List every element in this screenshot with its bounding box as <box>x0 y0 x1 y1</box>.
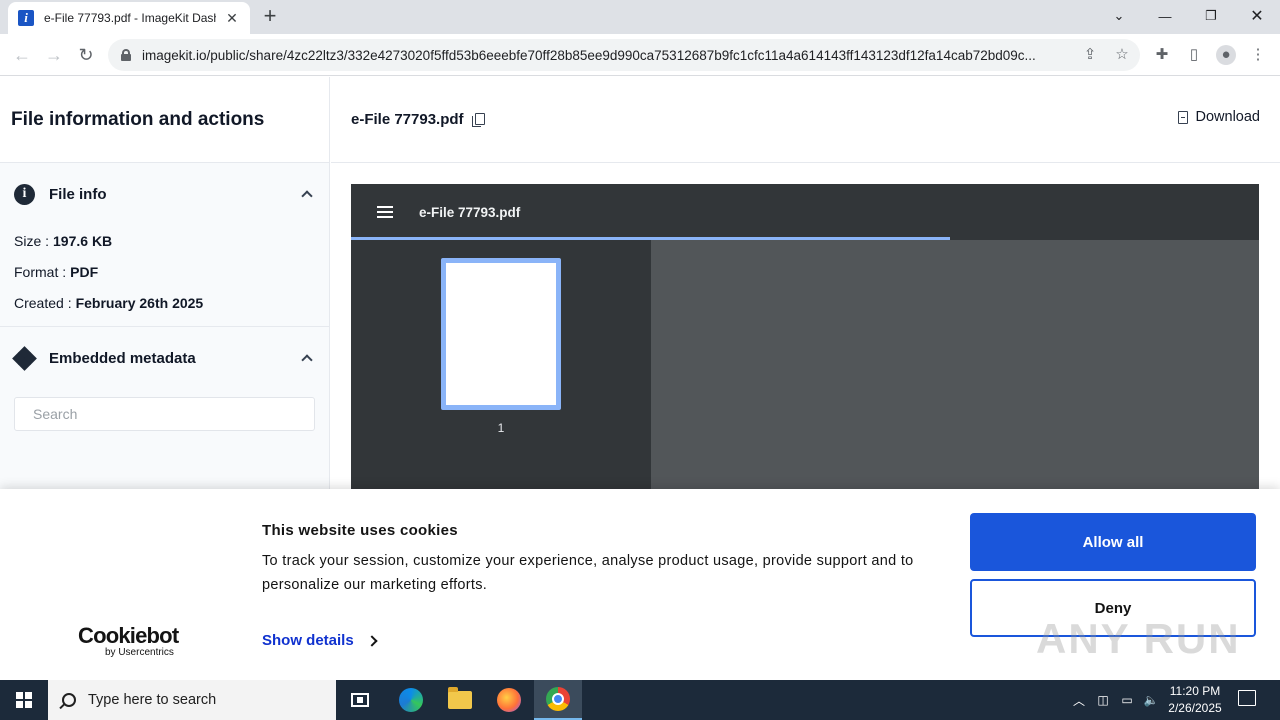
profile-avatar-icon[interactable]: ● <box>1216 45 1236 65</box>
clock-time: 11:20 PM <box>1169 684 1221 698</box>
meet-now-icon[interactable]: ◫ <box>1092 680 1114 720</box>
taskbar-clock[interactable]: 11:20 PM 2/26/2025 <box>1160 683 1230 717</box>
metadata-search-input[interactable] <box>15 398 314 430</box>
cookiebot-logo-subtext: by Usercentrics <box>105 647 174 658</box>
taskbar-search-box[interactable]: Type here to search <box>48 680 336 720</box>
taskbar-search-placeholder: Type here to search <box>88 692 217 708</box>
file-info-sidebar: File information and actions i File info… <box>0 77 330 489</box>
task-view-button[interactable] <box>336 680 384 720</box>
cookie-consent-banner: Cookiebot by Usercentrics This website u… <box>0 489 1280 680</box>
notification-center-icon[interactable] <box>1238 690 1256 706</box>
tray-chevron-up-icon[interactable]: ︿ <box>1068 680 1090 720</box>
browser-tab[interactable]: i e-File 77793.pdf - ImageKit Dashboard … <box>8 2 250 34</box>
show-details-label: Show details <box>262 632 354 649</box>
file-header: e-File 77793.pdf Download <box>331 77 1280 163</box>
file-info-section-header[interactable]: i File info <box>0 163 329 225</box>
created-row: Created : February 26th 2025 <box>0 287 329 318</box>
share-icon[interactable]: ⇪ <box>1080 45 1100 65</box>
lock-icon[interactable] <box>120 49 132 61</box>
browser-toolbar: ← → ↻ imagekit.io/public/share/4zc22ltz3… <box>0 34 1280 76</box>
address-bar[interactable]: imagekit.io/public/share/4zc22ltz3/332e4… <box>108 39 1140 71</box>
file-name: e-File 77793.pdf <box>351 111 464 128</box>
menu-kebab-icon[interactable]: ⋮ <box>1248 45 1268 65</box>
page-number: 1 <box>497 421 505 435</box>
imagekit-favicon-icon: i <box>18 10 34 26</box>
chevron-up-icon[interactable] <box>301 354 313 366</box>
close-window-button[interactable]: ✕ <box>1234 0 1280 32</box>
main-content: e-File 77793.pdf Download e-File 77793.p… <box>331 77 1280 489</box>
pdf-viewer-title: e-File 77793.pdf <box>419 204 521 220</box>
edge-taskbar-button[interactable] <box>387 680 435 720</box>
size-value: 197.6 KB <box>53 232 113 249</box>
info-icon: i <box>14 183 35 205</box>
cookie-title: This website uses cookies <box>262 522 458 539</box>
chevron-up-icon[interactable] <box>301 190 313 202</box>
firefox-taskbar-button[interactable] <box>485 680 533 720</box>
size-label: Size : <box>14 232 50 249</box>
embedded-metadata-section-header[interactable]: Embedded metadata <box>0 327 329 389</box>
cookiebot-logo-text: Cookiebot <box>78 623 179 648</box>
minimize-button[interactable]: — <box>1142 0 1188 32</box>
format-label: Format : <box>14 263 67 280</box>
side-panel-icon[interactable]: ▯ <box>1184 45 1204 65</box>
task-view-icon <box>351 693 369 707</box>
format-row: Format : PDF <box>0 256 329 287</box>
download-label: Download <box>1195 109 1261 125</box>
embedded-metadata-label: Embedded metadata <box>49 349 196 367</box>
reload-icon[interactable]: ↻ <box>73 42 99 68</box>
metadata-diamonds-icon <box>12 345 37 371</box>
clock-date: 2/26/2025 <box>1168 701 1222 715</box>
edge-icon <box>399 688 423 712</box>
windows-taskbar: Type here to search ︿ ◫ ▭ 🔈 11:20 PM 2/2… <box>0 680 1280 720</box>
hamburger-menu-icon[interactable] <box>377 206 393 218</box>
close-tab-icon[interactable]: ✕ <box>224 10 240 27</box>
network-icon[interactable]: ▭ <box>1116 680 1138 720</box>
file-info-label: File info <box>49 185 107 203</box>
format-value: PDF <box>70 263 99 280</box>
firefox-icon <box>497 688 521 712</box>
windows-logo-icon <box>16 692 32 708</box>
anyrun-watermark: ANY RUN <box>1036 615 1241 662</box>
url-text[interactable]: imagekit.io/public/share/4zc22ltz3/332e4… <box>142 48 1064 63</box>
size-row: Size : 197.6 KB <box>0 225 329 256</box>
search-icon <box>62 693 76 707</box>
download-file-icon <box>1177 110 1188 124</box>
start-button[interactable] <box>0 680 48 720</box>
volume-icon[interactable]: 🔈 <box>1140 680 1162 720</box>
back-arrow-icon[interactable]: ← <box>9 42 35 68</box>
browser-tab-strip: i e-File 77793.pdf - ImageKit Dashboard … <box>0 0 1280 34</box>
restore-button[interactable]: ❐ <box>1188 0 1234 32</box>
cookiebot-logo: Cookiebot by Usercentrics <box>78 623 179 659</box>
extensions-puzzle-icon[interactable]: ✚ <box>1152 45 1172 65</box>
show-details-link[interactable]: Show details <box>262 632 378 649</box>
pdf-viewer[interactable]: e-File 77793.pdf 1 <box>351 184 1259 489</box>
copy-icon[interactable] <box>471 112 485 127</box>
created-value: February 26th 2025 <box>75 294 204 311</box>
created-label: Created : <box>14 294 72 311</box>
page-thumbnail[interactable] <box>441 258 561 410</box>
sidebar-title: File information and actions <box>0 77 329 163</box>
chrome-taskbar-button[interactable] <box>534 680 582 720</box>
cookie-description: To track your session, customize your ex… <box>262 553 914 593</box>
allow-all-button[interactable]: Allow all <box>970 513 1256 571</box>
metadata-search-field[interactable] <box>14 397 315 431</box>
new-tab-button[interactable]: + <box>258 5 282 29</box>
bookmark-star-icon[interactable]: ☆ <box>1112 45 1132 65</box>
file-explorer-taskbar-button[interactable] <box>436 680 484 720</box>
tab-search-chevron-icon[interactable]: ⌄ <box>1096 0 1142 32</box>
download-button[interactable]: Download <box>1177 109 1261 125</box>
page-thumbnails-panel: 1 <box>351 240 651 489</box>
chrome-icon <box>546 687 570 711</box>
tab-title: e-File 77793.pdf - ImageKit Dashboard <box>44 11 216 25</box>
pdf-viewer-toolbar: e-File 77793.pdf <box>351 184 1259 240</box>
chevron-right-icon <box>366 634 378 647</box>
folder-icon <box>448 687 472 709</box>
forward-arrow-icon[interactable]: → <box>41 42 67 68</box>
